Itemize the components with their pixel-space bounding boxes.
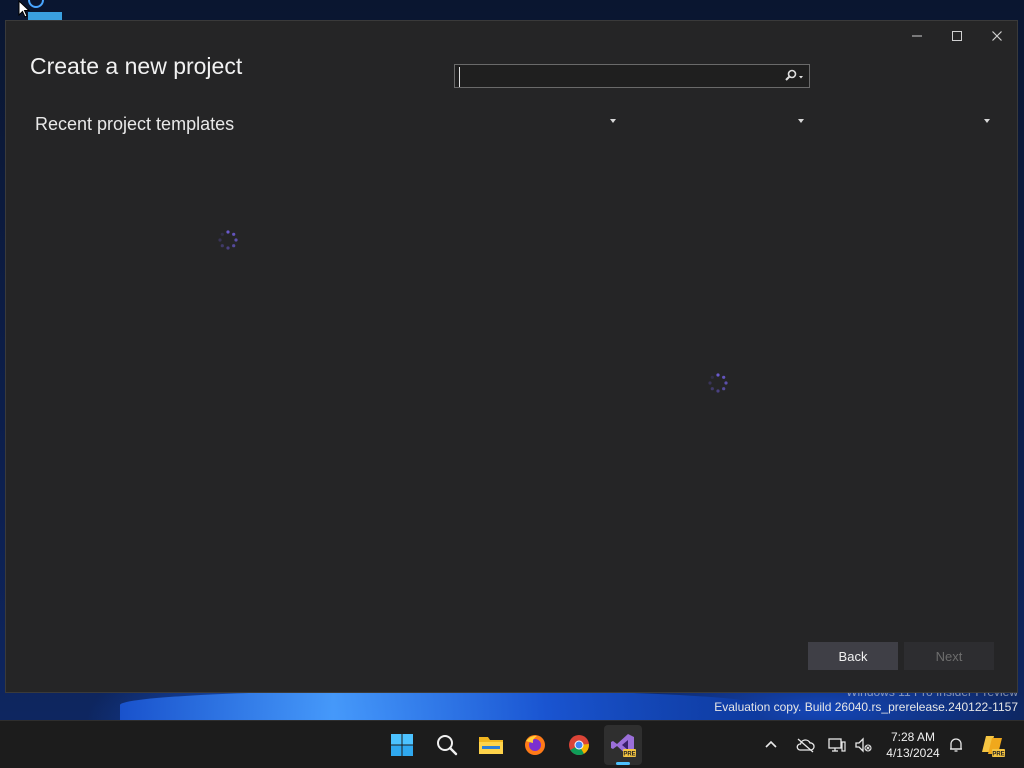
speaker-muted-icon (855, 737, 872, 753)
notifications-button[interactable] (942, 729, 970, 761)
taskbar-clock[interactable]: 7:28 AM 4/13/2024 (880, 729, 946, 761)
templates-list-loading-spinner-icon (708, 373, 728, 393)
chevron-down-icon (984, 119, 990, 123)
next-button[interactable]: Next (904, 642, 994, 670)
svg-text:PRE: PRE (992, 752, 1004, 758)
language-filter-dropdown[interactable] (456, 113, 618, 131)
minimize-icon (912, 35, 922, 37)
template-search-box[interactable] (454, 64, 810, 88)
page-title: Create a new project (30, 53, 243, 79)
minimize-button[interactable] (897, 21, 937, 51)
template-search-input[interactable] (459, 67, 774, 87)
copilot-preview-icon: PRE (982, 736, 1005, 758)
watermark-build: Evaluation copy. Build 26040.rs_prerelea… (714, 700, 1018, 714)
volume-button[interactable] (849, 729, 877, 761)
platform-filter-dropdown[interactable] (644, 113, 806, 131)
chevron-down-icon (798, 119, 804, 123)
wallpaper-wave (120, 690, 760, 720)
window-controls (897, 21, 1017, 51)
clock-time: 7:28 AM (890, 730, 936, 744)
file-explorer-button[interactable] (475, 729, 507, 761)
windows-start-icon (391, 734, 413, 756)
firefox-icon (525, 735, 545, 755)
maximize-button[interactable] (937, 21, 977, 51)
taskbar-search-button[interactable] (431, 729, 463, 761)
network-button[interactable] (823, 729, 851, 761)
start-button[interactable] (386, 729, 418, 761)
create-project-window: Create a new project Recent project temp… (5, 20, 1018, 693)
visual-studio-preview-button[interactable]: PRE (607, 729, 639, 761)
project-type-filter-dropdown[interactable] (830, 113, 992, 131)
firefox-button[interactable] (519, 729, 551, 761)
active-app-indicator (616, 762, 630, 765)
search-icon (437, 735, 458, 756)
clock-date: 4/13/2024 (886, 746, 940, 760)
close-button[interactable] (977, 21, 1017, 51)
copilot-preview-button[interactable]: PRE (978, 729, 1008, 761)
onedrive-button[interactable] (791, 729, 819, 761)
taskbar: PRE 7:28 AM 4/13/2024 PRE (0, 720, 1024, 768)
folder-icon (479, 737, 503, 754)
cloud-offline-icon (796, 738, 815, 753)
back-button[interactable]: Back (808, 642, 898, 670)
maximize-icon (952, 31, 962, 41)
chevron-down-icon (610, 119, 616, 123)
chevron-up-icon (765, 740, 777, 748)
network-icon (828, 738, 846, 752)
chrome-icon (569, 735, 589, 756)
svg-text:PRE: PRE (623, 752, 635, 758)
search-icon[interactable] (781, 68, 805, 84)
close-icon (992, 31, 1002, 41)
visual-studio-preview-icon: PRE (611, 734, 636, 758)
bell-icon (950, 738, 962, 752)
recent-templates-loading-spinner-icon (218, 230, 238, 250)
show-hidden-icons-button[interactable] (757, 729, 785, 761)
recent-templates-heading: Recent project templates (35, 114, 235, 134)
mouse-cursor-icon (18, 0, 31, 18)
chrome-button[interactable] (563, 729, 595, 761)
